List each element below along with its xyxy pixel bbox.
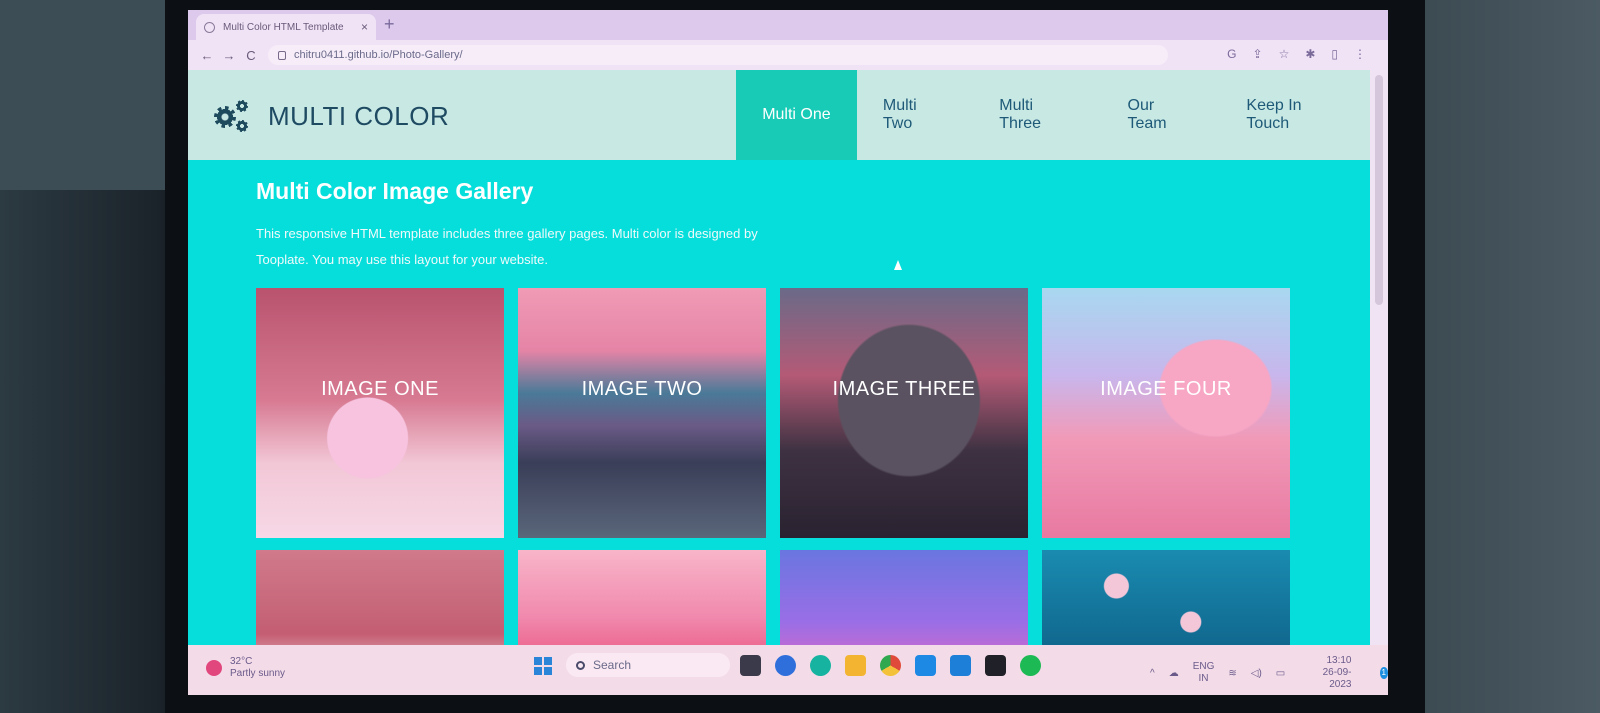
battery-icon[interactable]: ▭ (1276, 668, 1285, 679)
file-explorer-icon[interactable] (740, 655, 761, 676)
tab-title: Multi Color HTML Template (223, 21, 344, 33)
menu-item-multi-two[interactable]: Multi Two (857, 70, 973, 160)
main-menu: Multi One Multi Two Multi Three Our Team… (736, 70, 1370, 160)
site-logo[interactable]: MULTI COLOR (214, 100, 449, 132)
brand-name: MULTI COLOR (268, 100, 450, 131)
share-icon[interactable]: ⇪ (1253, 47, 1263, 61)
bookmark-star-icon[interactable]: ☆ (1279, 47, 1290, 61)
gallery-image-seven[interactable] (780, 550, 1028, 645)
date: 26-09-2023 (1322, 667, 1352, 690)
taskbar-search[interactable]: Search (566, 653, 730, 677)
folder-icon[interactable] (845, 655, 866, 676)
time: 13:10 (1326, 655, 1352, 666)
gallery-image-four[interactable]: IMAGE FOUR (1042, 288, 1290, 538)
menu-dots-icon[interactable]: ⋮ (1354, 47, 1366, 61)
weather-desc: Partly sunny (230, 668, 286, 679)
browser-toolbar: ← → C chitru0411.github.io/Photo-Gallery… (188, 40, 1388, 70)
site-header: MULTI COLOR Multi One Multi Two Multi Th… (188, 70, 1370, 160)
taskbar-apps (740, 655, 1041, 676)
search-icon (576, 660, 585, 670)
cloud-icon[interactable]: ☁ (1169, 668, 1179, 679)
screen: Multi Color HTML Template × + ← → C chit… (188, 10, 1388, 695)
mouse-cursor-icon (894, 260, 902, 270)
globe-icon (204, 21, 215, 33)
tab-close-button[interactable]: × (361, 20, 368, 34)
start-button-icon[interactable] (534, 657, 552, 675)
gallery-image-two[interactable]: IMAGE TWO (518, 288, 766, 538)
volume-icon[interactable]: ◁) (1251, 668, 1262, 679)
chrome-icon[interactable] (880, 655, 901, 676)
gallery-image-eight[interactable] (1042, 550, 1290, 645)
gallery-label: IMAGE ONE (321, 378, 439, 400)
sidepanel-icon[interactable]: ▯ (1331, 47, 1338, 61)
notification-badge[interactable]: 1 (1379, 667, 1388, 679)
gallery-image-one[interactable]: IMAGE ONE (256, 288, 504, 538)
menu-item-keep-in-touch[interactable]: Keep In Touch (1220, 70, 1370, 160)
menu-item-multi-three[interactable]: Multi Three (973, 70, 1101, 160)
forward-arrow-icon[interactable]: → (218, 48, 240, 63)
address-bar[interactable]: chitru0411.github.io/Photo-Gallery/ (268, 45, 1168, 65)
gallery-label: IMAGE FOUR (1100, 378, 1232, 400)
toolbar-icons: G ⇪ ☆ ✱ ▯ ⋮ (1227, 47, 1366, 61)
new-tab-button[interactable]: + (384, 14, 395, 35)
web-page: MULTI COLOR Multi One Multi Two Multi Th… (188, 70, 1370, 645)
chat-icon[interactable] (775, 655, 796, 676)
gallery-label: IMAGE TWO (581, 378, 703, 400)
mail-icon[interactable] (950, 655, 971, 676)
terminal-icon[interactable] (985, 655, 1006, 676)
url-text: chitru0411.github.io/Photo-Gallery/ (294, 49, 463, 61)
menu-item-multi-one[interactable]: Multi One (736, 70, 857, 160)
gallery-label: IMAGE THREE (832, 378, 976, 400)
weather-temp: 32°C (230, 656, 253, 667)
background-wall (0, 0, 165, 190)
reload-icon[interactable]: C (240, 48, 262, 63)
menu-item-our-team[interactable]: Our Team (1102, 70, 1221, 160)
google-icon[interactable]: G (1227, 47, 1236, 61)
wifi-icon[interactable]: ≋ (1228, 668, 1236, 679)
extensions-icon[interactable]: ✱ (1305, 47, 1315, 61)
intro: Multi Color Image Gallery This responsiv… (256, 178, 1356, 273)
taskbar: 32°C Partly sunny Search ^ ☁ ENG IN ≋ ◁)… (188, 645, 1388, 695)
page-title: Multi Color Image Gallery (256, 178, 534, 204)
lock-icon (278, 50, 286, 60)
weather-widget[interactable]: 32°C Partly sunny (206, 656, 285, 680)
image-gallery: IMAGE ONE IMAGE TWO IMAGE THREE IMAGE FO… (256, 288, 1316, 645)
spotify-icon[interactable] (1020, 655, 1041, 676)
back-arrow-icon[interactable]: ← (196, 48, 218, 63)
gears-icon (214, 100, 254, 132)
clock[interactable]: 13:10 26-09-2023 (1315, 655, 1352, 691)
language-indicator[interactable]: ENG IN (1193, 661, 1215, 685)
scrollbar-thumb[interactable] (1375, 75, 1383, 305)
page-description: This responsive HTML template includes t… (256, 226, 758, 267)
page-scrollbar[interactable] (1370, 70, 1388, 645)
vscode-icon[interactable] (915, 655, 936, 676)
gallery-image-six[interactable] (518, 550, 766, 645)
language-code: ENG (1192, 661, 1215, 672)
edge-icon[interactable] (810, 655, 831, 676)
region-code: IN (1198, 673, 1209, 684)
browser-tab[interactable]: Multi Color HTML Template × (196, 14, 376, 40)
system-tray: ^ ☁ ENG IN ≋ ◁) ▭ 13:10 26-09-2023 1 (1150, 655, 1388, 691)
search-label: Search (593, 658, 632, 672)
tab-strip: Multi Color HTML Template × + (188, 10, 1388, 40)
gallery-image-three[interactable]: IMAGE THREE (780, 288, 1028, 538)
weather-icon (206, 660, 222, 676)
gallery-image-five[interactable] (256, 550, 504, 645)
chevron-up-icon[interactable]: ^ (1150, 668, 1155, 679)
